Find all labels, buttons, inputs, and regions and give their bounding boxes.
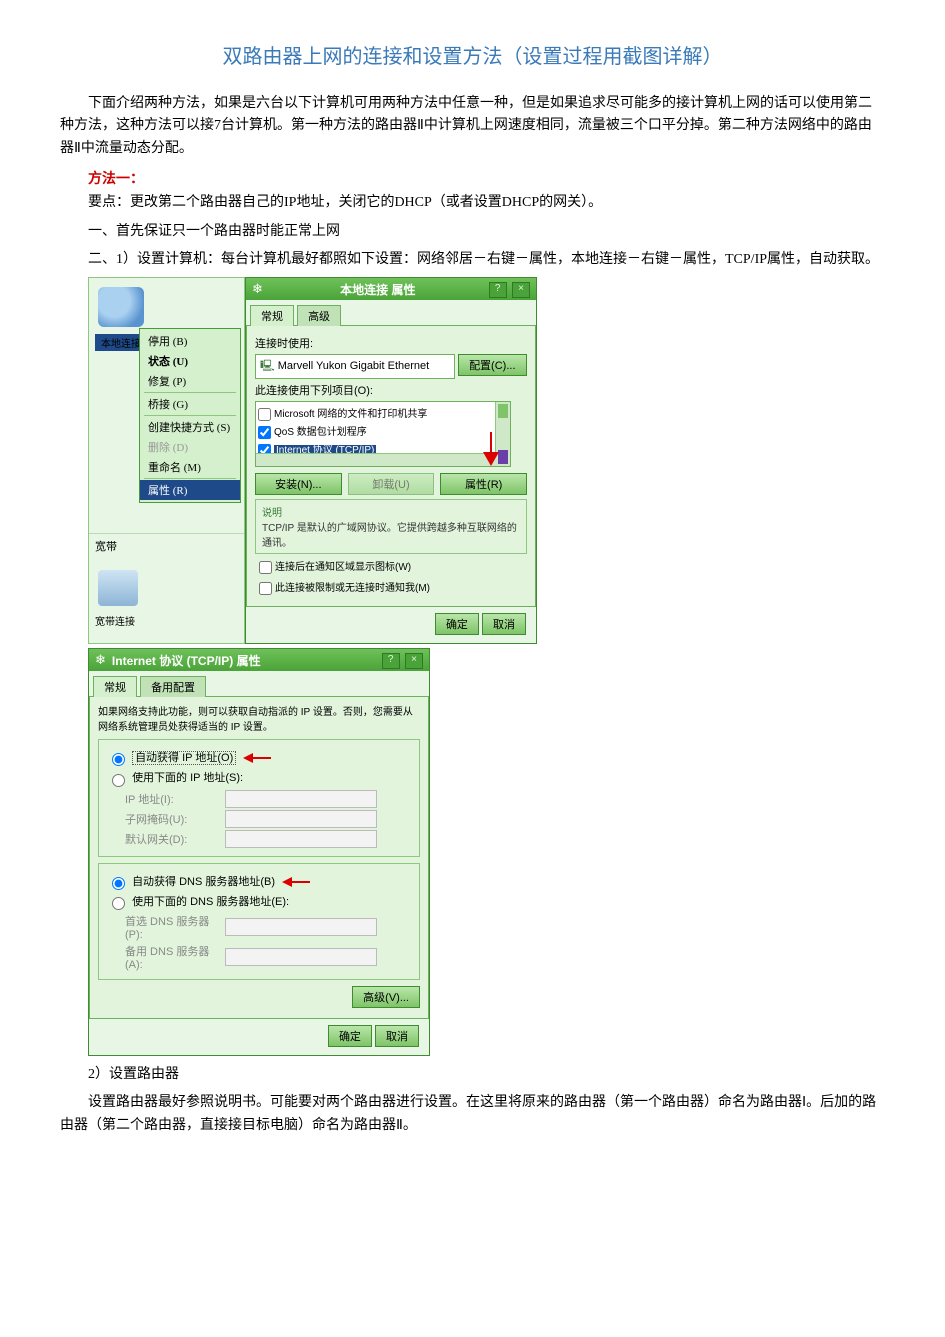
titlebar[interactable]: ❄ 本地连接 属性 ? ×: [246, 278, 536, 300]
subnet-mask-field: [225, 810, 377, 828]
local-connection-properties-window: ❄ 本地连接 属性 ? × 常规 高级 连接时使用: 🖳 Marvell Yuk…: [245, 277, 537, 644]
description-title: 说明: [262, 504, 520, 519]
ok-button[interactable]: 确定: [435, 613, 479, 635]
ip-group: 自动获得 IP 地址(O) 使用下面的 IP 地址(S): IP 地址(I): …: [98, 739, 420, 856]
dns1-label: 首选 DNS 服务器(P):: [125, 913, 225, 941]
ctx-disable[interactable]: 停用 (B): [140, 331, 240, 351]
context-menu: 停用 (B) 状态 (U) 修复 (P) 桥接 (G) 创建快捷方式 (S) 删…: [139, 328, 241, 503]
auto-dns-label: 自动获得 DNS 服务器地址(B): [132, 876, 275, 888]
close-button[interactable]: ×: [405, 653, 423, 669]
ctx-shortcut[interactable]: 创建快捷方式 (S): [140, 417, 240, 437]
auto-dns-radio[interactable]: [112, 877, 125, 890]
tab-advanced[interactable]: 高级: [297, 305, 341, 326]
cancel-button[interactable]: 取消: [375, 1025, 419, 1047]
subnet-mask-label: 子网掩码(U):: [125, 811, 225, 827]
annotation-arrow: [292, 881, 310, 883]
ctx-separator: [144, 415, 236, 416]
install-button[interactable]: 安装(N)...: [255, 473, 342, 495]
network-places-panel: 本地连接 停用 (B) 状态 (U) 修复 (P) 桥接 (G) 创建快捷方式 …: [88, 277, 245, 644]
ip-address-field: [225, 790, 377, 808]
dns-group: 自动获得 DNS 服务器地址(B) 使用下面的 DNS 服务器地址(E): 首选…: [98, 863, 420, 980]
manual-ip-label: 使用下面的 IP 地址(S):: [132, 772, 243, 784]
adapter-name: 🖳 Marvell Yukon Gigabit Ethernet: [255, 354, 455, 379]
step-1: 一、首先保证只一个路由器时能正常上网: [60, 221, 885, 243]
notify-icon-checkbox[interactable]: [259, 561, 272, 574]
ip-address-label: IP 地址(I):: [125, 791, 225, 807]
limited-notify-label: 此连接被限制或无连接时通知我(M): [275, 583, 430, 594]
router-naming-paragraph: 设置路由器最好参照说明书。可能要对两个路由器进行设置。在这里将原来的路由器（第一…: [60, 1092, 885, 1137]
dns2-label: 备用 DNS 服务器(A):: [125, 943, 225, 971]
cancel-button[interactable]: 取消: [482, 613, 526, 635]
window-title: 本地连接 属性: [269, 281, 487, 298]
items-label: 此连接使用下列项目(O):: [255, 382, 527, 398]
auto-ip-label: 自动获得 IP 地址(O): [132, 751, 236, 765]
ctx-separator: [144, 478, 236, 479]
manual-dns-label: 使用下面的 DNS 服务器地址(E):: [132, 896, 289, 908]
step-2: 二、1）设置计算机：每台计算机最好都照如下设置：网络邻居－右键－属性，本地连接－…: [60, 249, 885, 271]
snowflake-icon: ❄: [252, 281, 263, 297]
ctx-status[interactable]: 状态 (U): [140, 351, 240, 371]
tab-alternate[interactable]: 备用配置: [140, 676, 206, 697]
limited-notify-checkbox[interactable]: [259, 582, 272, 595]
screenshot-local-connection: 本地连接 停用 (B) 状态 (U) 修复 (P) 桥接 (G) 创建快捷方式 …: [88, 277, 885, 644]
ctx-repair[interactable]: 修复 (P): [140, 371, 240, 391]
manual-ip-radio[interactable]: [112, 774, 125, 787]
annotation-arrow-head: [483, 452, 499, 466]
annotation-arrow: [253, 757, 271, 759]
broadband-connection-label: 宽带连接: [95, 613, 135, 628]
configure-button[interactable]: 配置(C)...: [458, 354, 526, 376]
broadband-connection-icon[interactable]: [98, 570, 138, 606]
description-box: 说明 TCP/IP 是默认的广域网协议。它提供跨越多种互联网络的通讯。: [255, 499, 527, 554]
help-button[interactable]: ?: [489, 282, 507, 298]
ctx-properties[interactable]: 属性 (R): [140, 480, 240, 500]
tab-general[interactable]: 常规: [250, 305, 294, 326]
close-button[interactable]: ×: [512, 282, 530, 298]
item-ms-sharing[interactable]: Microsoft 网络的文件和打印机共享: [274, 409, 427, 420]
snowflake-icon: ❄: [95, 652, 106, 668]
help-button[interactable]: ?: [382, 653, 400, 669]
notify-icon-label: 连接后在通知区域显示图标(W): [275, 562, 411, 573]
page-title: 双路由器上网的连接和设置方法（设置过程用截图详解）: [60, 40, 885, 69]
uninstall-button: 卸载(U): [348, 473, 435, 495]
local-connection-icon[interactable]: [98, 287, 144, 327]
annotation-arrow: [243, 753, 253, 763]
tab-general[interactable]: 常规: [93, 676, 137, 697]
tcpip-properties-window: ❄ Internet 协议 (TCP/IP) 属性 ? × 常规 备用配置 如果…: [88, 648, 430, 1055]
item-qos[interactable]: QoS 数据包计划程序: [274, 427, 367, 438]
ctx-rename[interactable]: 重命名 (M): [140, 457, 240, 477]
key-point: 要点：更改第二个路由器自己的IP地址，关闭它的DHCP（或者设置DHCP的网关）…: [60, 192, 885, 214]
manual-dns-radio[interactable]: [112, 897, 125, 910]
gateway-field: [225, 830, 377, 848]
dns2-field: [225, 948, 377, 966]
method1-heading: 方法一：: [88, 168, 885, 188]
ok-button[interactable]: 确定: [328, 1025, 372, 1047]
screenshot-tcpip-properties: ❄ Internet 协议 (TCP/IP) 属性 ? × 常规 备用配置 如果…: [88, 648, 428, 1055]
step-2b: 2）设置路由器: [60, 1064, 885, 1086]
connection-items-list[interactable]: Microsoft 网络的文件和打印机共享 QoS 数据包计划程序 Intern…: [255, 401, 511, 467]
description-text: TCP/IP 是默认的广域网协议。它提供跨越多种互联网络的通讯。: [262, 519, 520, 549]
titlebar[interactable]: ❄ Internet 协议 (TCP/IP) 属性 ? ×: [89, 649, 429, 671]
scrollbar-horizontal[interactable]: [256, 453, 496, 466]
ctx-separator: [144, 392, 236, 393]
hint-text: 如果网络支持此功能，则可以获取自动指派的 IP 设置。否则，您需要从网络系统管理…: [98, 703, 420, 733]
intro-paragraph: 下面介绍两种方法，如果是六台以下计算机可用两种方法中任意一种，但是如果追求尽可能…: [60, 93, 885, 160]
dns1-field: [225, 918, 377, 936]
broadband-section-label: 宽带: [89, 533, 244, 558]
ctx-delete: 删除 (D): [140, 437, 240, 457]
properties-button[interactable]: 属性(R): [440, 473, 527, 495]
connect-using-label: 连接时使用:: [255, 335, 527, 351]
annotation-arrow: [282, 877, 292, 887]
auto-ip-radio[interactable]: [112, 753, 125, 766]
ctx-bridge[interactable]: 桥接 (G): [140, 394, 240, 414]
gateway-label: 默认网关(D):: [125, 831, 225, 847]
advanced-button[interactable]: 高级(V)...: [352, 986, 420, 1008]
window-title: Internet 协议 (TCP/IP) 属性: [112, 652, 380, 669]
